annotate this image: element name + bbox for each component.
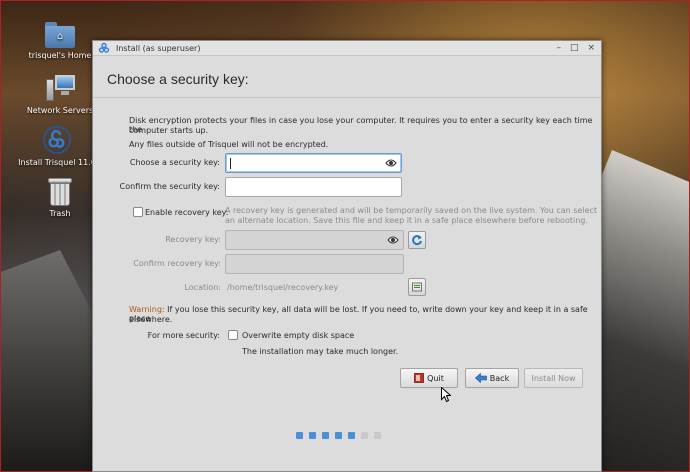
desktop-icon-label: Network Servers bbox=[26, 106, 94, 115]
recovery-key-label: Recovery key: bbox=[165, 235, 221, 244]
security-key-input[interactable] bbox=[225, 153, 402, 173]
progress-step-dot bbox=[296, 432, 303, 439]
mouse-pointer-icon bbox=[441, 387, 451, 403]
progress-step-dot bbox=[309, 432, 316, 439]
progress-step-dot bbox=[348, 432, 355, 439]
location-label: Location: bbox=[184, 283, 221, 292]
desktop-icon-trash[interactable]: Trash bbox=[20, 178, 100, 218]
choose-key-label: Choose a security key: bbox=[129, 158, 220, 167]
desktop-icon-network-servers[interactable]: Network Servers bbox=[20, 75, 100, 115]
intro-text-line3: Any files outside of Trisquel will not b… bbox=[129, 140, 329, 149]
refresh-icon bbox=[412, 235, 422, 246]
intro-text-line2: computer starts up. bbox=[129, 126, 209, 135]
enable-recovery-key-label[interactable]: Enable recovery key: bbox=[145, 208, 228, 217]
progress-step-dot bbox=[335, 432, 342, 439]
trisquel-logo-icon bbox=[43, 126, 71, 154]
overwrite-disk-label[interactable]: Overwrite empty disk space bbox=[242, 331, 354, 340]
install-now-label: Install Now bbox=[531, 373, 576, 383]
warning-text-line1: Warning: If you lose this security key, … bbox=[129, 305, 601, 323]
warning-message: If you lose this security key, all data … bbox=[129, 305, 588, 323]
recovery-description-line1: A recovery key is generated and will be … bbox=[225, 206, 598, 215]
back-arrow-icon bbox=[474, 373, 487, 383]
recovery-key-input[interactable] bbox=[225, 230, 404, 250]
network-servers-icon bbox=[45, 75, 75, 103]
quit-label: Quit bbox=[427, 373, 444, 383]
desktop-icon-home[interactable]: ⌂ trisquel's Home bbox=[20, 22, 100, 60]
install-now-button[interactable]: Install Now bbox=[524, 368, 583, 388]
progress-step-dot bbox=[374, 432, 381, 439]
overwrite-note: The installation may take much longer. bbox=[242, 347, 399, 356]
progress-step-dot bbox=[322, 432, 329, 439]
back-label: Back bbox=[489, 373, 510, 383]
file-browse-icon bbox=[412, 282, 422, 292]
trash-icon bbox=[48, 178, 72, 206]
desktop-icon-label: Trash bbox=[49, 209, 71, 218]
confirm-recovery-key-input[interactable] bbox=[225, 254, 404, 274]
progress-dots bbox=[296, 432, 381, 439]
choose-location-button[interactable] bbox=[408, 278, 426, 296]
back-button[interactable]: Back bbox=[465, 368, 519, 388]
confirm-key-label: Confirm the security key: bbox=[119, 182, 220, 191]
desktop-icon-label: trisquel's Home bbox=[28, 51, 92, 60]
regenerate-recovery-key-button[interactable] bbox=[408, 231, 426, 249]
home-folder-icon: ⌂ bbox=[45, 22, 75, 48]
desktop-icon-install-trisquel[interactable]: Install Trisquel 11.0 bbox=[17, 125, 97, 167]
show-password-eye-icon[interactable] bbox=[385, 158, 397, 168]
wallpaper-mountain-left bbox=[0, 250, 100, 472]
confirm-recovery-key-label: Confirm recovery key: bbox=[133, 259, 221, 268]
show-recovery-key-eye-icon[interactable] bbox=[387, 235, 399, 245]
recovery-description-line2: an alternate location. Save this file an… bbox=[225, 216, 588, 225]
quit-icon bbox=[414, 373, 425, 383]
enable-recovery-key-checkbox[interactable] bbox=[133, 207, 143, 217]
warning-text-line2: elsewhere. bbox=[129, 315, 173, 324]
desktop-icon-label: Install Trisquel 11.0 bbox=[18, 158, 96, 167]
confirm-security-key-input[interactable] bbox=[225, 177, 402, 197]
progress-step-dot bbox=[361, 432, 368, 439]
overwrite-disk-checkbox[interactable] bbox=[228, 330, 238, 340]
quit-button[interactable]: Quit bbox=[400, 368, 458, 388]
location-path: /home/trisquel/recovery.key bbox=[227, 283, 339, 292]
more-security-label: For more security: bbox=[147, 331, 220, 340]
installer-window: Install (as superuser) – □ × Choose a se… bbox=[92, 40, 602, 472]
text-cursor bbox=[230, 158, 231, 169]
warning-word: Warning: bbox=[129, 305, 165, 314]
